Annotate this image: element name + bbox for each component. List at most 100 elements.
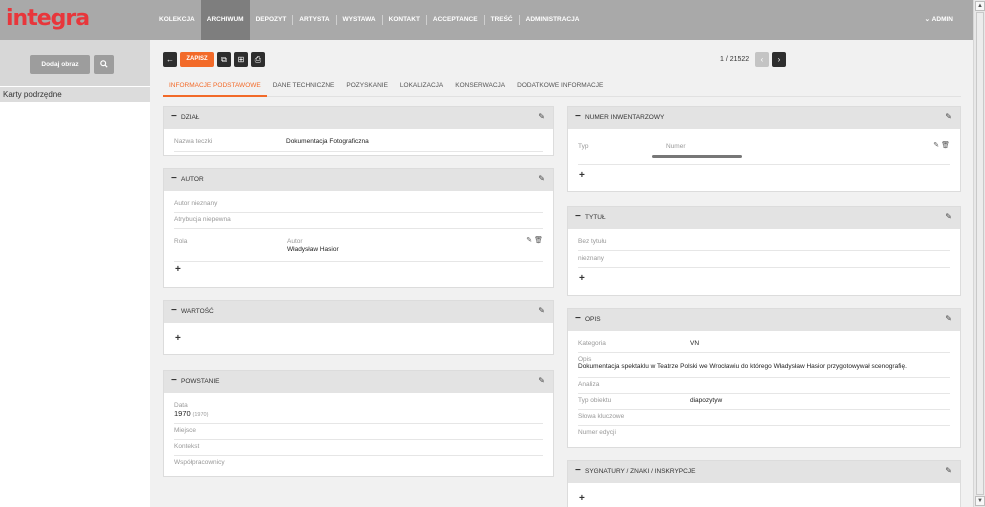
vertical-scrollbar[interactable]: ▲ ▼	[973, 0, 985, 507]
search-icon	[100, 60, 108, 68]
next-record-button[interactable]: ›	[772, 52, 786, 67]
field-label: Analiza	[578, 381, 600, 388]
panel-title: POWSTANIE	[181, 378, 220, 385]
nav-item-depozyt[interactable]: DEPOZYT	[250, 0, 293, 40]
field-label: Typ obiektu	[578, 397, 612, 404]
field-label: Autor nieznany	[174, 200, 218, 207]
edit-icon[interactable]: ✎	[945, 466, 952, 475]
nav-item-archiwum[interactable]: ARCHIWUM	[200, 0, 250, 40]
role-value: Autor	[287, 238, 303, 245]
edit-icon[interactable]: ✎	[538, 174, 545, 183]
main-nav: KOLEKCJA ARCHIWUM DEPOZYT ARTYSTA WYSTAW…	[153, 0, 585, 40]
collapse-icon[interactable]: −	[575, 465, 581, 476]
scroll-thumb[interactable]	[976, 12, 984, 495]
add-icon[interactable]: +	[579, 170, 585, 181]
nav-item-acceptance[interactable]: ACCEPTANCE	[427, 0, 484, 40]
print-icon: ⎙	[254, 55, 262, 64]
panel-header: − POWSTANIE ✎	[164, 371, 553, 393]
search-button[interactable]	[94, 55, 114, 74]
arrow-left-icon: ←	[166, 55, 174, 64]
panel-wartosc: − WARTOŚĆ ✎ +	[163, 300, 554, 355]
panel-title: TYTUŁ	[585, 214, 606, 221]
chevron-left-icon: ‹	[760, 55, 764, 64]
pager-text: 1 / 21522	[720, 56, 750, 63]
number-label: Numer	[666, 143, 686, 150]
add-image-button[interactable]: Dodaj obraz	[30, 55, 90, 74]
number-row: Typ Numer ✎ 🗑	[578, 141, 950, 165]
sidebar-actions: Dodaj obraz	[0, 40, 150, 86]
record-tabs: INFORMACJE PODSTAWOWE DANE TECHNICZNE PO…	[163, 75, 961, 97]
panel-header: − AUTOR ✎	[164, 169, 553, 191]
field-label: Kategoria	[578, 340, 606, 347]
edit-icon[interactable]: ✎	[538, 112, 545, 121]
edit-icon[interactable]: ✎	[945, 212, 952, 221]
collapse-icon[interactable]: −	[171, 173, 177, 184]
tree-button[interactable]: ⊞	[234, 52, 248, 67]
prev-record-button[interactable]: ‹	[755, 52, 769, 67]
add-icon[interactable]: +	[175, 333, 181, 344]
field-label: Opis	[578, 356, 592, 363]
nav-item-kontakt[interactable]: KONTAKT	[383, 0, 426, 40]
sidebar-item-karty-podrzedne[interactable]: Karty podrzędne	[0, 87, 150, 102]
nav-item-administracja[interactable]: ADMINISTRACJA	[520, 0, 586, 40]
top-bar: integra KOLEKCJA ARCHIWUM DEPOZYT ARTYST…	[0, 0, 973, 40]
panel-header: − TYTUŁ ✎	[568, 207, 960, 229]
panel-tytul: − TYTUŁ ✎ Bez tytułu nieznany +	[567, 206, 961, 296]
admin-menu[interactable]: ⌄ ADMIN	[925, 0, 953, 40]
field-row: Numer edycji	[578, 429, 950, 442]
field-row: Atrybucja niepewna	[174, 216, 543, 229]
edit-icon[interactable]: ✎	[933, 142, 939, 149]
tab-dodatkowe-informacje[interactable]: DODATKOWE INFORMACJE	[511, 75, 609, 97]
edit-icon[interactable]: ✎	[526, 237, 532, 244]
collapse-icon[interactable]: −	[171, 375, 177, 386]
collapse-icon[interactable]: −	[171, 111, 177, 122]
field-row: Bez tytułu	[578, 238, 950, 251]
edit-icon[interactable]: ✎	[538, 306, 545, 315]
tab-informacje-podstawowe[interactable]: INFORMACJE PODSTAWOWE	[163, 75, 267, 97]
date-value: 1970	[174, 409, 191, 418]
add-icon[interactable]: +	[175, 264, 181, 275]
tab-lokalizacja[interactable]: LOKALIZACJA	[394, 75, 449, 97]
field-label: Kontekst	[174, 443, 200, 450]
field-value: VN	[690, 340, 700, 347]
add-icon[interactable]: +	[579, 273, 585, 284]
edit-icon[interactable]: ✎	[945, 314, 952, 323]
tab-dane-techniczne[interactable]: DANE TECHNICZNE	[267, 75, 341, 97]
panel-title: OPIS	[585, 316, 601, 323]
field-row: Typ obiektu diapozytyw	[578, 397, 950, 410]
date-extra: (1970)	[192, 412, 209, 418]
field-row: nieznany	[578, 255, 950, 268]
trash-icon[interactable]: 🗑	[534, 237, 543, 244]
type-label: Typ	[578, 143, 589, 150]
row-actions: ✎ 🗑	[933, 141, 950, 149]
collapse-icon[interactable]: −	[575, 211, 581, 222]
back-button[interactable]: ←	[163, 52, 177, 67]
panel-sygnatury: − SYGNATURY / ZNAKI / INSKRYPCJE ✎ +	[567, 460, 961, 507]
scroll-down-icon[interactable]: ▼	[975, 496, 985, 506]
tab-pozyskanie[interactable]: POZYSKANIE	[340, 75, 394, 97]
app-logo[interactable]: integra	[6, 6, 90, 31]
field-row: Nazwa teczki Dokumentacja Fotograficzna	[174, 138, 543, 152]
field-label: Miejsce	[174, 427, 197, 434]
nav-item-tresc[interactable]: TREŚĆ	[485, 0, 519, 40]
trash-icon[interactable]: 🗑	[941, 142, 950, 149]
panel-dzial: − DZIAŁ ✎ Nazwa teczki Dokumentacja Foto…	[163, 106, 554, 156]
nav-item-artysta[interactable]: ARTYSTA	[293, 0, 335, 40]
chevron-right-icon: ›	[777, 55, 781, 64]
nav-item-kolekcja[interactable]: KOLEKCJA	[153, 0, 201, 40]
collapse-icon[interactable]: −	[171, 305, 177, 316]
print-button[interactable]: ⎙	[251, 52, 265, 67]
panel-powstanie: − POWSTANIE ✎ Data 1970 (1970) Miejsce K…	[163, 370, 554, 477]
nav-item-wystawa[interactable]: WYSTAWA	[337, 0, 382, 40]
save-button[interactable]: ZAPISZ	[180, 52, 214, 67]
collapse-icon[interactable]: −	[575, 111, 581, 122]
panel-header: − OPIS ✎	[568, 309, 960, 331]
add-icon[interactable]: +	[579, 493, 585, 504]
tab-konserwacja[interactable]: KONSERWACJA	[449, 75, 511, 97]
edit-icon[interactable]: ✎	[538, 376, 545, 385]
field-label: Bez tytułu	[578, 238, 607, 245]
edit-icon[interactable]: ✎	[945, 112, 952, 121]
collapse-icon[interactable]: −	[575, 313, 581, 324]
copy-button[interactable]: ⧉	[217, 52, 231, 67]
scroll-up-icon[interactable]: ▲	[975, 1, 985, 11]
